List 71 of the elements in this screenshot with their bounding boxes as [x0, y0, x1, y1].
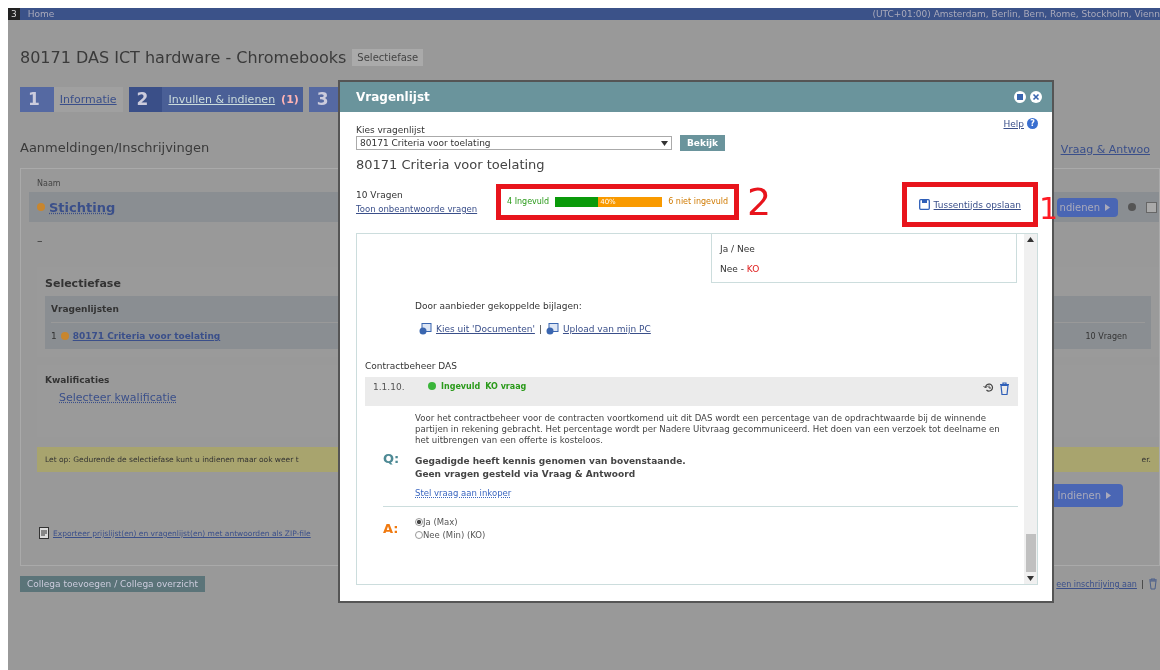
separator: |	[538, 324, 542, 334]
submit-button[interactable]: ndienen	[1056, 197, 1118, 217]
help-link[interactable]: Help	[1003, 118, 1024, 129]
status-dot-icon	[60, 332, 69, 340]
footer-link[interactable]: een inschrijving aan	[1056, 579, 1137, 589]
question-status: Ingevuld	[441, 382, 481, 391]
scrollbar[interactable]	[1024, 234, 1037, 584]
caret-icon	[1105, 203, 1110, 211]
unfilled-count: 6 niet ingevuld	[668, 197, 729, 206]
caret-icon	[661, 140, 668, 146]
qa-link[interactable]: Vraag & Antwoo	[1060, 143, 1150, 156]
select-label: Kies vragenlijst	[356, 125, 426, 135]
trash-icon[interactable]	[999, 382, 1010, 395]
statement-text: Geen vragen gesteld via Vraag & Antwoord	[415, 469, 637, 479]
status-dot-icon	[428, 382, 436, 390]
answer-label: A:	[383, 521, 400, 536]
phase-title: Selectiefase	[45, 277, 121, 290]
question-text: Voor het contractbeheer voor de contracten voortkomend uit dit DAS wordt een percentage van de opdrachtwaarde bij de winnende partijen in rekening gebracht. Het percentage wordt per Nadere Uitvraag gecommuniceerd. Het doen van een verzoek tot deelname en het uitbrengen van een offerte is kosteloos.	[415, 413, 1001, 446]
folder-icon	[419, 323, 432, 335]
document-icon	[39, 527, 49, 539]
select-qualification-link[interactable]: Selecteer kwalificatie	[59, 391, 177, 404]
maximize-icon[interactable]	[1014, 91, 1026, 103]
status-dot-icon	[37, 203, 45, 211]
answer-radio[interactable]: Ja (Max)	[415, 517, 486, 527]
attachment-link[interactable]: Kies uit 'Documenten'	[436, 324, 535, 334]
logo: 3	[8, 8, 20, 20]
dialog-title: Vragenlijst	[356, 90, 430, 104]
colleague-button[interactable]: Collega toevoegen / Collega overzicht	[20, 576, 205, 592]
step-tab[interactable]: 1 Informatie	[20, 87, 123, 112]
qualifications-title: Kwalificaties	[45, 375, 110, 385]
timezone-label: (UTC+01:00) Amsterdam, Berlin, Bern, Rome, Stockholm, Vienn	[872, 9, 1160, 19]
column-header: Naam	[37, 179, 61, 188]
filled-count: 4 Ingevuld	[507, 197, 550, 206]
caret-icon	[1106, 492, 1111, 499]
attachments-label: Door aanbieder gekoppelde bijlagen:	[415, 301, 583, 311]
folder-icon	[545, 323, 559, 335]
questionnaire-select[interactable]: 80171 Criteria voor toelating	[356, 136, 672, 150]
save-link[interactable]: Tussentijds opslaan	[933, 199, 1021, 210]
organisation-link[interactable]: Stichting	[49, 199, 116, 215]
close-icon[interactable]	[1030, 91, 1042, 103]
question-number: 1.1.10.	[373, 382, 406, 392]
question-label: Q:	[383, 450, 401, 466]
attachment-link[interactable]: Upload van mijn PC	[562, 324, 651, 334]
history-icon[interactable]	[983, 382, 994, 393]
question-count: 10 Vragen	[356, 189, 404, 200]
option-text: Nee - KO	[720, 264, 761, 274]
statement-text: Gegadigde heeft kennis genomen van bovenstaande.	[415, 456, 687, 466]
show-unanswered-link[interactable]: Toon onbeantwoorde vragen	[356, 203, 496, 214]
ko-label: KO vraag	[485, 382, 527, 391]
save-icon[interactable]	[918, 199, 930, 210]
step-tab[interactable]: 2 Invullen & indienen (1)	[128, 87, 303, 112]
view-button[interactable]: Bekijk	[680, 135, 726, 151]
scrollbar-thumb[interactable]	[1025, 534, 1036, 572]
home-tab[interactable]: Home	[27, 8, 55, 20]
scroll-up-icon[interactable]	[1027, 237, 1034, 242]
annotation-number: 2	[747, 182, 772, 221]
separator: |	[1140, 579, 1144, 589]
phase-badge: Selectiefase	[352, 49, 424, 66]
help-icon[interactable]: ?	[1027, 118, 1038, 129]
section-title: Contractbeheer DAS	[365, 361, 458, 371]
questionnaire-link[interactable]: 80171 Criteria voor toelating	[72, 331, 221, 341]
section-title: Aanmeldingen/Inschrijvingen	[20, 140, 210, 155]
ask-buyer-link[interactable]: Stel vraag aan inkoper	[415, 488, 512, 498]
answer-radio[interactable]: Nee (Min) (KO)	[415, 530, 486, 540]
questionnaire-heading: 80171 Criteria voor toelating	[356, 157, 546, 172]
checkbox[interactable]	[1146, 201, 1157, 213]
option-text: Ja / Nee	[720, 244, 756, 254]
page-title: 80171 DAS ICT hardware - Chromebooks	[20, 48, 347, 67]
scroll-down-icon[interactable]	[1027, 576, 1034, 581]
row-index: 1	[51, 331, 57, 341]
question-count: 10 Vragen	[1085, 331, 1127, 341]
